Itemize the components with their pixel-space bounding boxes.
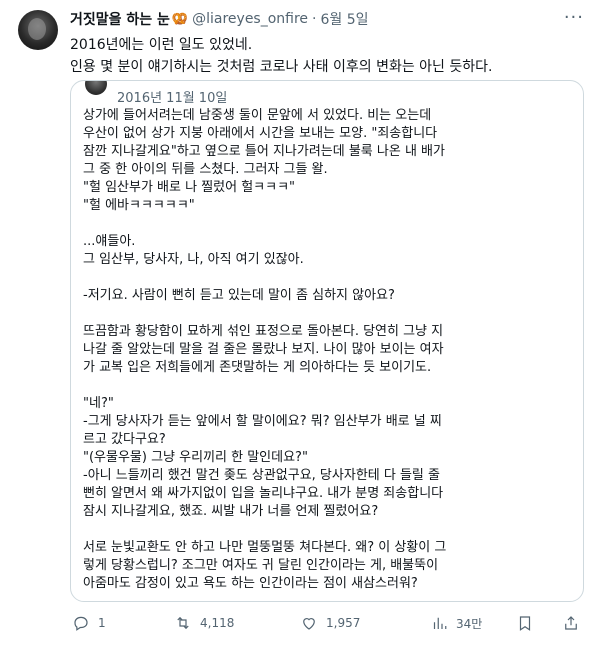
author-name[interactable]: 거짓말을 하는 눈 <box>70 9 170 29</box>
views-count: 34만 <box>456 616 483 631</box>
quote-blank-line <box>83 305 573 323</box>
quote-text-line: 뻔히 알면서 왜 싸가지없이 입을 놀리냐구요. 내가 분명 죄송합니다 <box>83 486 444 501</box>
retweet-icon <box>177 616 189 630</box>
quote-text-line: "헐 임산부가 배로 나 찔렀어 헐ㅋㅋㅋ" <box>83 180 296 195</box>
tweet-text-line: 2016년에는 이런 일도 있었네. <box>70 37 253 53</box>
tweet-actions-bar: 1 4,118 1,957 34만 <box>70 612 582 634</box>
quote-text-line: "(우물우물) 그냥 우리끼리 한 말인데요?" <box>83 450 308 465</box>
quote-text-line: -아니 느들끼리 했건 말건 좆도 상관없구요, 당사자한테 다 들릴 줄 <box>83 468 440 483</box>
quote-text-line: 그 임산부, 당사자, 나, 아직 여기 있잖아. <box>83 252 304 267</box>
like-count: 1,957 <box>326 616 361 630</box>
quote-text-line: 그 중 한 아이의 뒤를 스쳤다. 그러자 그들 왈. <box>83 162 328 177</box>
quote-text-line: "네?" <box>83 396 114 411</box>
tweet-text: 2016년에는 이런 일도 있었네. 인용 몇 분이 얘기하시는 것처럼 코로나… <box>70 34 586 78</box>
like-button[interactable]: 1,957 <box>300 614 360 632</box>
quote-text-line: 나갈 줄 알았는데 말을 걸 줄은 몰랐나 보지. 나이 많아 보이는 여자 <box>83 342 444 357</box>
bookmark-icon <box>519 616 531 631</box>
quote-blank-line <box>83 215 573 233</box>
quote-text-line: 서로 눈빛교환도 안 하고 나만 멀뚱멀뚱 쳐다본다. 왜? 이 상황이 그 <box>83 540 447 555</box>
author-avatar[interactable] <box>18 10 58 50</box>
share-button[interactable] <box>562 614 580 632</box>
quoted-tweet[interactable]: 2016년 11월 10일 상가에 들어서려는데 남중생 둘이 문앞에 서 있었… <box>70 80 584 602</box>
author-handle[interactable]: @liareyes_onfire <box>192 11 308 27</box>
separator-dot: · <box>312 11 317 27</box>
quote-blank-line <box>83 521 573 539</box>
reply-icon <box>74 616 88 631</box>
quote-text-line: "헐 에바ㅋㅋㅋㅋㅋ" <box>83 198 195 213</box>
quote-text-line: -그게 당사자가 듣는 앞에서 할 말이에요? 뭐? 임산부가 배로 널 찌 <box>83 414 442 429</box>
quote-text-line: 렇게 당황스럽니? 조그만 여자도 귀 달린 인간이라는 게, 배불뚝이 <box>83 558 439 573</box>
quote-text-line: 르고 갔다구요? <box>83 432 166 447</box>
quote-text-line: 상가에 들어서려는데 남중생 둘이 문앞에 서 있었다. 비는 오는데 <box>83 108 432 123</box>
quoted-tweet-body: 상가에 들어서려는데 남중생 둘이 문앞에 서 있었다. 비는 오는데우산이 없… <box>83 107 573 593</box>
tweet-header: 거짓말을 하는 눈 🥨 @liareyes_onfire · 6월 5일 ··· <box>70 7 584 29</box>
reply-button[interactable]: 1 <box>72 614 106 632</box>
quote-text-line: ...얘들아. <box>83 234 136 249</box>
views-button[interactable]: 34만 <box>430 614 482 632</box>
retweet-button[interactable]: 4,118 <box>174 614 234 632</box>
quote-text-line: -저기요. 사람이 뻔히 듣고 있는데 말이 좀 심하지 않아요? <box>83 288 395 303</box>
views-chart-icon <box>433 617 447 629</box>
quote-blank-line <box>83 269 573 287</box>
quoted-tweet-date: 2016년 11월 10일 <box>117 91 228 106</box>
quote-text-line: 뜨끔함과 황당함이 묘하게 섞인 표정으로 돌아본다. 당연히 그냥 지 <box>83 324 444 339</box>
reply-count: 1 <box>98 616 106 630</box>
quote-text-line: 우산이 없어 상가 지붕 아래에서 시간을 보내는 모양. "죄송합니다 <box>83 126 438 141</box>
author-emoji: 🥨 <box>171 11 189 27</box>
tweet-date[interactable]: 6월 5일 <box>321 9 369 29</box>
heart-icon <box>303 618 315 630</box>
quote-text-line: 잠시 지나갈게요, 했죠. 씨발 내가 너를 언제 찔렀어요? <box>83 504 379 519</box>
retweet-count: 4,118 <box>200 616 235 630</box>
quote-blank-line <box>83 377 573 395</box>
quote-text-line: 가 교복 입은 저희들에게 존댓말하는 게 의아하다는 듯 보이기도. <box>83 360 432 375</box>
quote-text-line: 아줌마도 감정이 있고 욕도 하는 인간이라는 점이 새삼스러워? <box>83 576 418 591</box>
more-options-icon[interactable]: ··· <box>564 7 584 28</box>
quoted-author-avatar <box>85 81 107 95</box>
bookmark-button[interactable] <box>516 614 534 632</box>
share-icon <box>565 616 577 630</box>
tweet-text-line: 인용 몇 분이 얘기하시는 것처럼 코로나 사태 이후의 변화는 아닌 듯하다. <box>70 59 493 75</box>
quote-text-line: 잠깐 지나갈게요"하고 옆으로 틀어 지나가려는데 불룩 나온 내 배가 <box>83 144 445 159</box>
